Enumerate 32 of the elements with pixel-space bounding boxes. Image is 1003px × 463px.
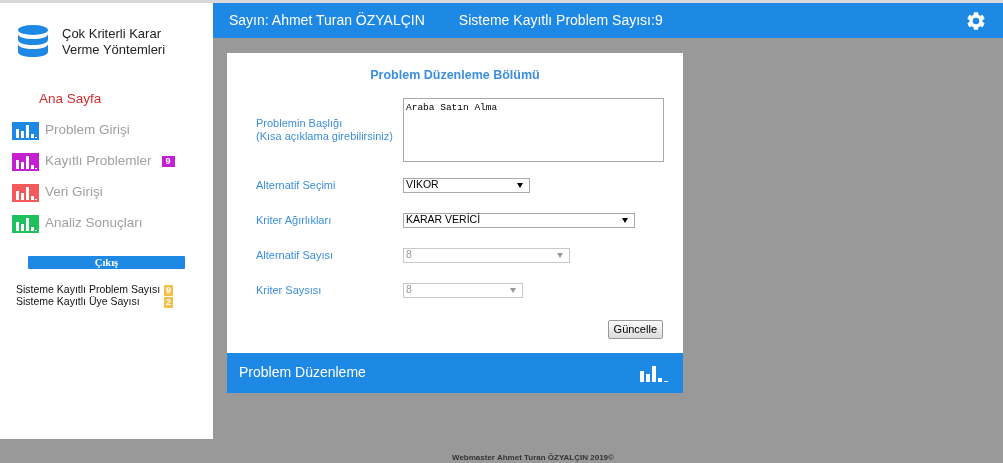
caret-icon	[517, 182, 523, 188]
settings-icon[interactable]	[965, 9, 987, 32]
nav-link[interactable]: Problem Girişi	[0, 115, 213, 146]
user-greeting: Sayın: Ahmet Turan ÖZYALÇIN	[229, 11, 425, 30]
stat-label: Sisteme Kayıtlı Problem Sayısı	[16, 282, 162, 296]
database-icon	[18, 25, 48, 58]
count-badge: 9	[164, 284, 173, 296]
app-title: Çok Kriterli Karar Verme Yöntemleri	[62, 25, 167, 58]
footer-credit: Webmaster Ahmet Turan ÖZYALÇIN 2019©	[452, 452, 614, 463]
stat-label: Sisteme Kayıtlı Üye Sayısı	[16, 295, 141, 310]
dropdown[interactable]: VIKOR	[403, 177, 530, 193]
update-button[interactable]: Güncelle	[607, 319, 663, 339]
nav-link[interactable]: Veri Girişi	[0, 177, 213, 208]
dropdown[interactable]: KARAR VERİCİ	[403, 212, 635, 228]
problem-count: Sisteme Kayıtlı Problem Sayısı:9	[458, 11, 663, 30]
field-label: Kriter Ağırlıkları	[256, 213, 333, 227]
text-area[interactable]: Araba Satın Alma	[403, 97, 664, 162]
count-badge: 2	[164, 296, 173, 308]
caret-icon	[622, 217, 628, 223]
nav-link[interactable]: Analiz Sonuçları	[0, 208, 213, 239]
nav-link[interactable]: Ana Sayfa	[0, 84, 213, 115]
caret-icon	[510, 287, 516, 293]
logout-button[interactable]: Çıkış	[28, 256, 185, 269]
nav-link[interactable]: Kayıtlı Problemler 9	[0, 146, 213, 177]
field-label: Kriter Saysısı	[256, 283, 323, 297]
card-footer-title: Problem Düzenleme	[239, 363, 366, 383]
field-label: Alternatif Seçimi	[256, 178, 337, 192]
field-label: Alternatif Sayısı	[256, 248, 335, 262]
caret-icon	[557, 252, 563, 258]
field-label: Problemin Başlığı (Kısa açıklama girebilirsiniz)	[256, 116, 394, 143]
form-title: Problem Düzenleme Bölümü	[369, 67, 541, 84]
count-badge: 9	[161, 156, 175, 167]
